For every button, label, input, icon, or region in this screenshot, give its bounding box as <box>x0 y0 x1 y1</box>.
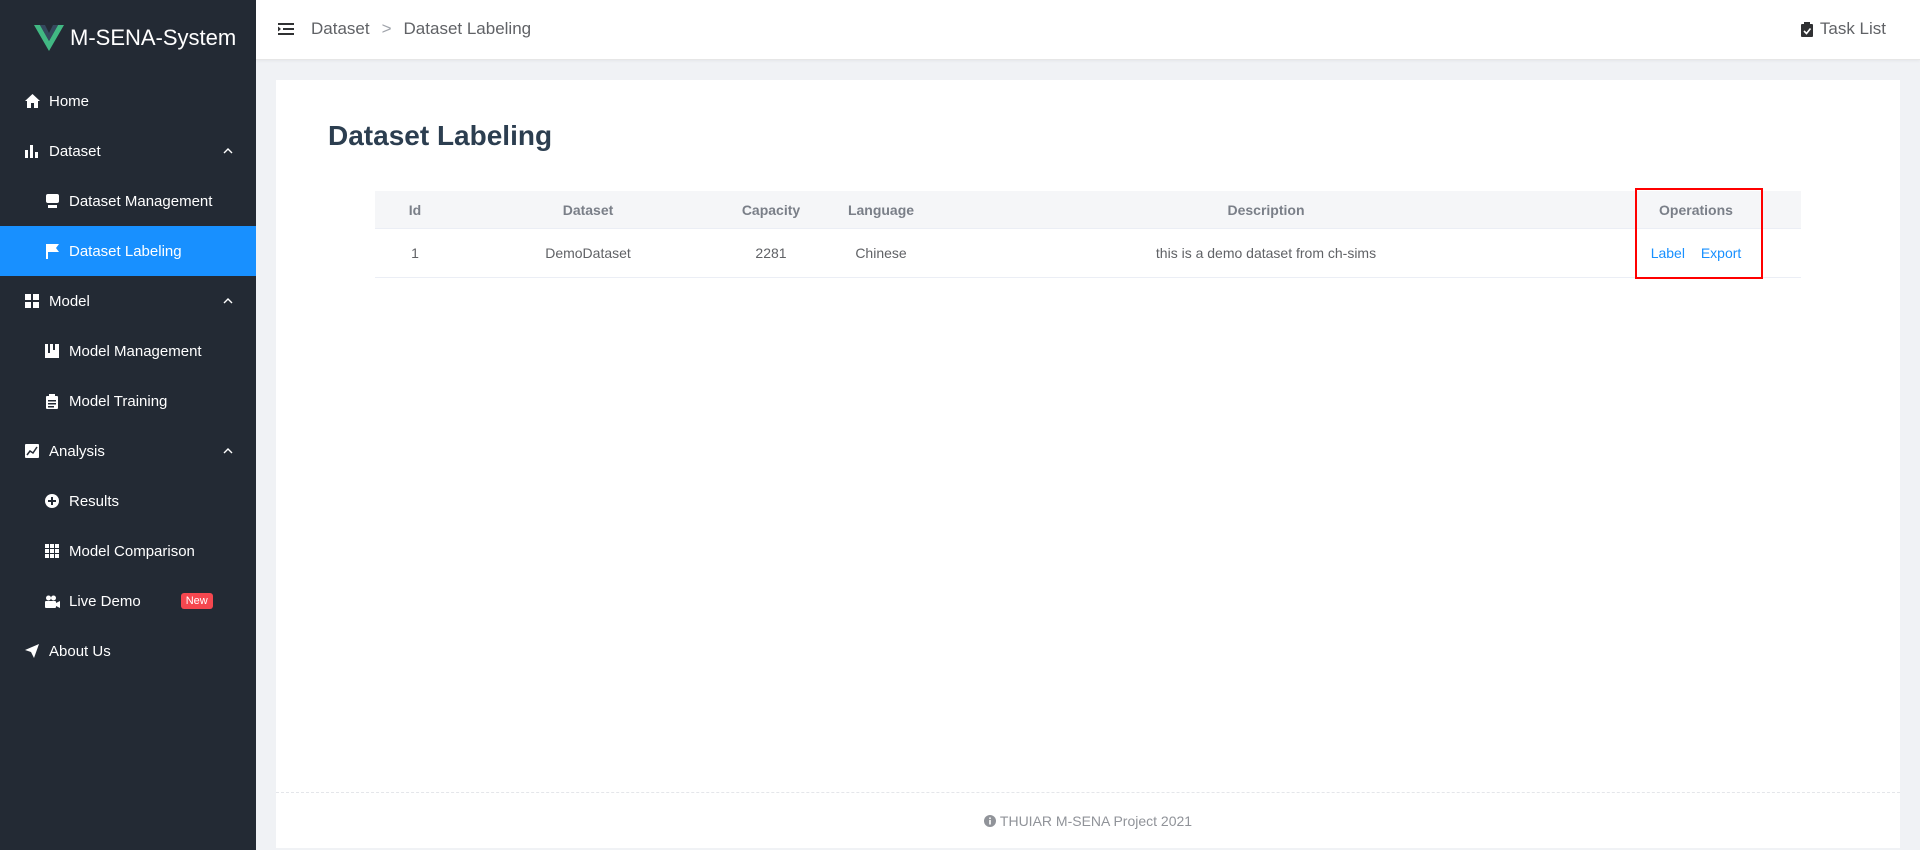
page-title: Dataset Labeling <box>328 120 553 151</box>
breadcrumb-separator: > <box>381 19 392 38</box>
sidebar-item-label: Model Training <box>69 392 168 410</box>
new-badge: New <box>180 593 213 609</box>
clipboard-check-icon <box>1800 21 1813 37</box>
sidebar-item-label: Dataset Labeling <box>69 242 182 260</box>
sidebar-item-label: About Us <box>49 642 111 660</box>
main-card: Dataset Labeling Id Dataset Capacity Lan… <box>276 80 1900 848</box>
home-icon <box>24 93 40 109</box>
book-icon <box>44 343 60 359</box>
sidebar-item-label: Live Demo <box>69 592 141 610</box>
vue-logo-icon <box>34 25 64 51</box>
sidebar-item-label: Model Comparison <box>69 542 195 560</box>
column-header-description: Description <box>1227 201 1305 218</box>
table-row: 1 DemoDataset 2281 Chinese this is a dem… <box>375 229 1801 278</box>
cell-id: 1 <box>411 245 419 261</box>
sidebar-item-label: Dataset Management <box>69 192 213 210</box>
sidebar-item-dataset[interactable]: Dataset <box>0 126 256 176</box>
sidebar-item-label: Analysis <box>49 442 105 460</box>
top-header: Dataset > Dataset Labeling Task List <box>256 0 1920 60</box>
sidebar-item-label: Results <box>69 492 120 510</box>
label-link[interactable]: Label <box>1651 245 1685 261</box>
column-header-operations: Operations <box>1659 201 1733 218</box>
sidebar-item-about-us[interactable]: About Us <box>0 626 256 676</box>
footer: THUIAR M-SENA Project 2021 <box>276 792 1900 848</box>
cell-dataset: DemoDataset <box>545 245 631 261</box>
chevron-up-icon <box>223 448 233 454</box>
chevron-up-icon <box>223 298 233 304</box>
table-icon <box>44 543 60 559</box>
grid-icon <box>24 293 40 309</box>
sidebar-item-home[interactable]: Home <box>0 76 256 126</box>
task-list-button[interactable]: Task List <box>1800 19 1886 39</box>
sidebar-item-dataset-labeling[interactable]: Dataset Labeling <box>0 226 256 276</box>
sidebar-item-label: Dataset <box>49 142 101 160</box>
cell-operations: Label Export <box>1591 245 1801 261</box>
sidebar: M-SENA-System Home Dataset Dataset Manag… <box>0 0 256 850</box>
column-header-language: Language <box>847 201 915 218</box>
sidebar-item-live-demo[interactable]: Live Demo New <box>0 576 256 626</box>
column-header-capacity: Capacity <box>741 201 801 218</box>
camera-icon <box>44 593 60 609</box>
chevron-up-icon <box>223 148 233 154</box>
sidebar-item-label: Model Management <box>69 342 202 360</box>
table-header: Id Dataset Capacity Language Description… <box>375 191 1801 229</box>
sidebar-item-model-training[interactable]: Model Training <box>0 376 256 426</box>
breadcrumb-dataset[interactable]: Dataset <box>311 19 370 39</box>
column-header-id: Id <box>408 201 422 218</box>
line-chart-icon <box>24 443 40 459</box>
dataset-table: Id Dataset Capacity Language Description… <box>375 191 1801 278</box>
export-link[interactable]: Export <box>1701 245 1741 261</box>
breadcrumb: Dataset > Dataset Labeling <box>311 19 531 39</box>
sidebar-item-model[interactable]: Model <box>0 276 256 326</box>
cell-language: Chinese <box>855 245 907 261</box>
sidebar-item-results[interactable]: Results <box>0 476 256 526</box>
clipboard-icon <box>44 393 60 409</box>
send-icon <box>24 643 40 659</box>
footer-text: THUIAR M-SENA Project 2021 <box>999 812 1193 829</box>
app-logo[interactable]: M-SENA-System <box>0 0 256 76</box>
sidebar-item-label: Model <box>49 292 90 310</box>
sidebar-item-label: Home <box>49 92 90 110</box>
cell-capacity: 2281 <box>755 245 787 261</box>
task-list-label: Task List <box>1819 19 1886 38</box>
app-title: M-SENA-System <box>70 25 237 50</box>
sidebar-item-model-comparison[interactable]: Model Comparison <box>0 526 256 576</box>
bar-chart-icon <box>24 143 40 159</box>
sidebar-item-analysis[interactable]: Analysis <box>0 426 256 476</box>
plus-circle-icon <box>44 493 60 509</box>
breadcrumb-current: Dataset Labeling <box>403 19 532 38</box>
flag-icon <box>44 243 60 259</box>
column-header-dataset: Dataset <box>562 201 614 218</box>
cell-description: this is a demo dataset from ch-sims <box>1155 245 1377 261</box>
database-icon <box>44 193 60 209</box>
sidebar-item-model-management[interactable]: Model Management <box>0 326 256 376</box>
sidebar-item-dataset-management[interactable]: Dataset Management <box>0 176 256 226</box>
info-icon <box>983 814 996 827</box>
menu-toggle-icon[interactable] <box>278 21 294 37</box>
